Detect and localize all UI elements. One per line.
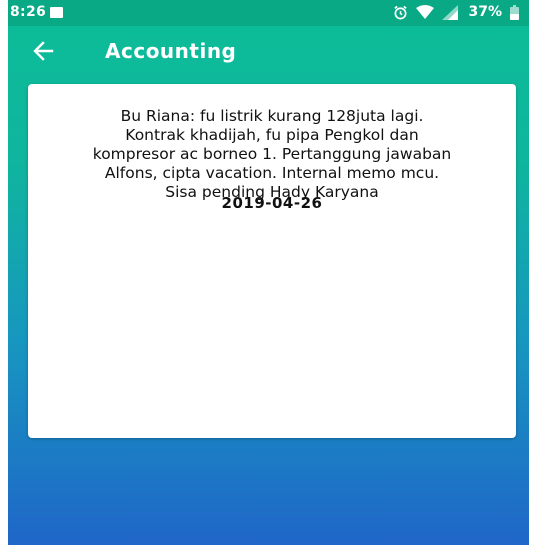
back-button[interactable]	[30, 38, 58, 64]
app-bar: Accounting	[8, 26, 529, 76]
note-line: Alfons, cipta vacation. Internal memo mc…	[104, 164, 440, 182]
arrow-left-icon	[33, 41, 54, 61]
note-date: 2019-04-26	[221, 194, 323, 212]
wifi-icon	[416, 5, 435, 19]
status-bar: 8:26 37%	[8, 0, 529, 26]
note-line: kompresor ac borneo 1. Pertanggung jawab…	[92, 145, 452, 163]
image-icon	[50, 7, 63, 18]
battery-icon	[510, 4, 519, 20]
page-title: Accounting	[105, 39, 237, 63]
status-icons: 37%	[393, 4, 519, 20]
note-text: Bu Riana: fu listrik kurang 128juta lagi…	[24, 107, 520, 202]
note-card[interactable]: Bu Riana: fu listrik kurang 128juta lagi…	[28, 84, 516, 438]
battery-percent: 37%	[468, 4, 502, 20]
status-time: 8:26	[10, 4, 47, 20]
app-screen: 8:26 37% Accounting Bu Riana: fu listrik…	[8, 0, 529, 545]
alarm-icon	[393, 5, 408, 20]
note-line: Kontrak khadijah, fu pipa Pengkol dan	[125, 126, 419, 144]
note-line: Bu Riana: fu listrik kurang 128juta lagi…	[120, 107, 424, 125]
signal-icon	[442, 4, 459, 20]
